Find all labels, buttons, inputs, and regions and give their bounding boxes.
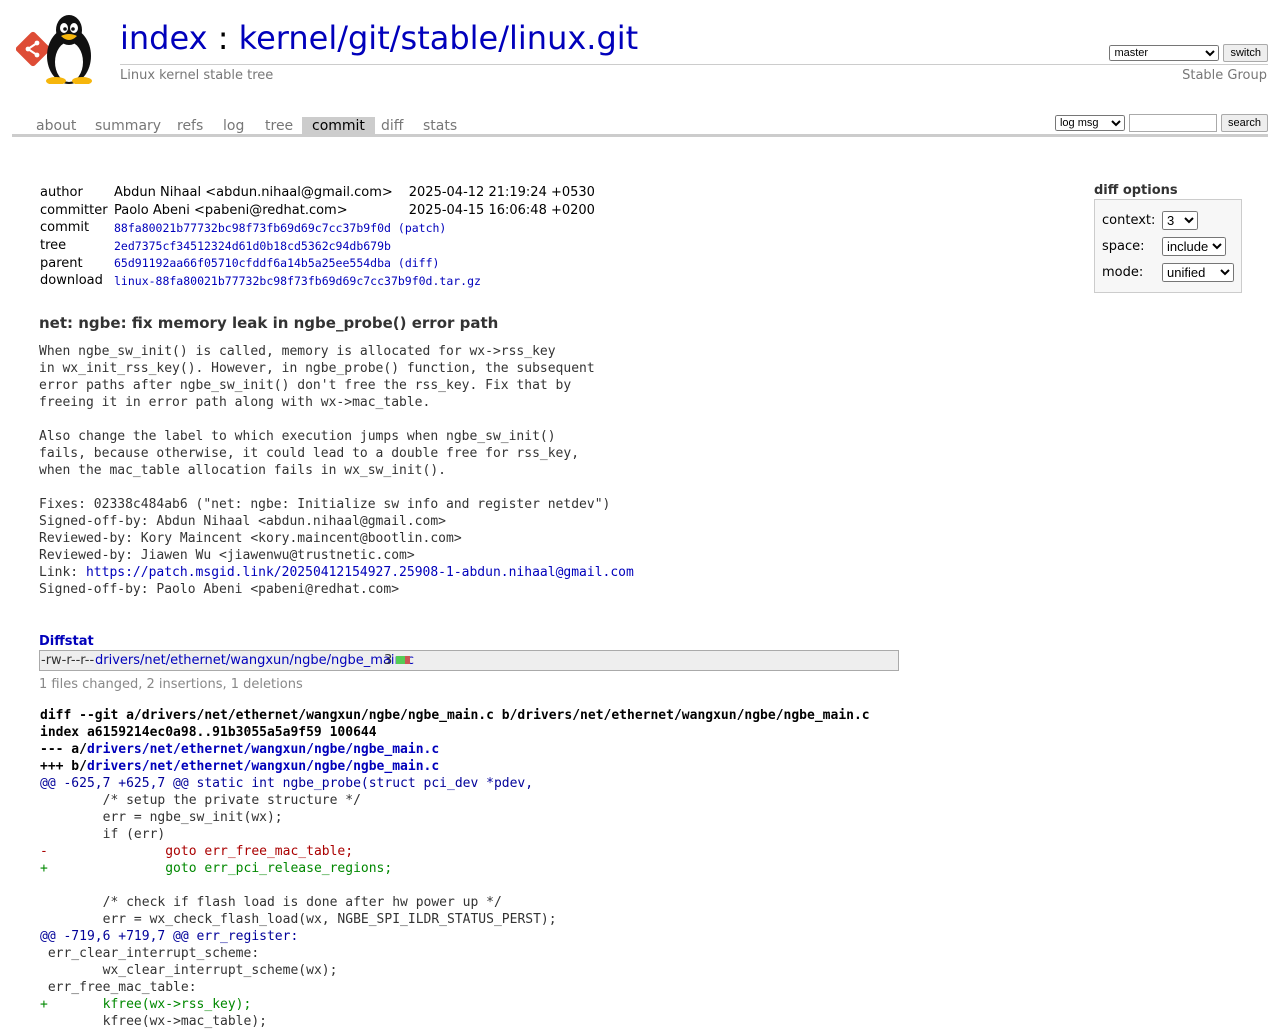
committer-date: 2025-04-15 16:06:48 +0200 xyxy=(408,202,595,218)
patch-msgid-link[interactable]: https://patch.msgid.link/20250412154927.… xyxy=(86,565,634,580)
diff-options-header: diff options xyxy=(1094,183,1178,198)
committer-row: committer Paolo Abeni <pabeni@redhat.com… xyxy=(38,202,597,220)
mode-select[interactable]: unified xyxy=(1162,263,1234,282)
search-form: log msg search xyxy=(1054,114,1268,132)
diffstat-table: -rw-r--r-- drivers/net/ethernet/wangxun/… xyxy=(39,650,899,671)
page-title: index : kernel/git/stable/linux.git xyxy=(120,18,638,58)
branch-select[interactable]: master xyxy=(1109,45,1220,61)
download-tarball-link[interactable]: linux-88fa80021b77732bc98f73fb69d69c7cc3… xyxy=(114,274,481,288)
tree-label: tree xyxy=(40,238,67,254)
commit-info-table: author Abdun Nihaal <abdun.nihaal@gmail.… xyxy=(38,184,597,290)
diff-from-line: --- a/drivers/net/ethernet/wangxun/ngbe/… xyxy=(40,741,870,758)
author-label: author xyxy=(40,185,83,201)
navigation-tabs: about summary refs log tree commit diff … xyxy=(12,114,1268,137)
diff-context-line: err_free_mac_table: xyxy=(40,980,197,995)
parent-label: parent xyxy=(40,255,83,271)
repo-owner: Stable Group xyxy=(1182,68,1267,83)
commit-message: When ngbe_sw_init() is called, memory is… xyxy=(39,343,634,598)
commit-label: commit xyxy=(40,220,90,236)
diff-context-line: /* check if flash load is done after hw … xyxy=(40,895,502,910)
message-body-tail: Signed-off-by: Paolo Abeni <pabeni@redha… xyxy=(39,582,400,597)
parent-row: parent 65d91192aa66f05710cfddf6a14b5a25e… xyxy=(38,254,597,272)
search-type-select[interactable]: log msg xyxy=(1054,115,1125,131)
diff-hunk-header: @@ -719,6 +719,7 @@ err_register: xyxy=(40,929,299,944)
diff-added-line: + kfree(wx->rss_key); xyxy=(40,997,252,1012)
tab-log[interactable]: log xyxy=(213,117,254,134)
space-select[interactable]: include xyxy=(1162,237,1226,256)
diffstat-summary: 1 files changed, 2 insertions, 1 deletio… xyxy=(39,677,303,692)
diff-context-line: err = ngbe_sw_init(wx); xyxy=(40,810,283,825)
from-prefix: --- a/ xyxy=(40,742,87,757)
diff-head-line: diff --git a/drivers/net/ethernet/wangxu… xyxy=(40,708,870,723)
diff-context-line: /* setup the private structure */ xyxy=(40,793,361,808)
context-select[interactable]: 3 xyxy=(1162,211,1198,230)
diffstat-header-link[interactable]: Diffstat xyxy=(39,634,94,649)
author-row: author Abdun Nihaal <abdun.nihaal@gmail.… xyxy=(38,184,597,202)
branch-switch-form: master switch xyxy=(1109,44,1268,62)
committer-value: Paolo Abeni <pabeni@redhat.com> xyxy=(114,202,348,218)
diff-lines: @@ -625,7 +625,7 @@ static int ngbe_prob… xyxy=(40,775,870,1030)
tab-commit[interactable]: commit xyxy=(302,117,375,134)
tab-summary[interactable]: summary xyxy=(85,117,171,134)
file-mode: -rw-r--r-- xyxy=(41,653,95,668)
commit-hash-link[interactable]: 88fa80021b77732bc98f73fb69d69c7cc37b9f0d xyxy=(114,221,391,235)
diffstat-graph xyxy=(396,656,410,664)
switch-button[interactable]: switch xyxy=(1223,44,1268,62)
header-divider xyxy=(120,64,1268,65)
tab-tree[interactable]: tree xyxy=(255,117,303,134)
message-body: When ngbe_sw_init() is called, memory is… xyxy=(39,344,611,580)
title-separator: : xyxy=(207,19,239,57)
commit-row: commit 88fa80021b77732bc98f73fb69d69c7cc… xyxy=(38,219,597,237)
cgit-logo[interactable] xyxy=(16,12,110,84)
mode-label: mode: xyxy=(1102,265,1144,280)
tree-hash-link[interactable]: 2ed7375cf34512324d61d0b18cd5362c94db679b xyxy=(114,239,391,253)
tree-row: tree 2ed7375cf34512324d61d0b18cd5362c94d… xyxy=(38,237,597,255)
diff-added-line: + goto err_pci_release_regions; xyxy=(40,861,393,876)
diff-index-line: index a6159214ec0a98..91b3055a5a9f59 100… xyxy=(40,725,377,740)
tux-penguin-icon xyxy=(46,15,92,84)
diff-view: diff --git a/drivers/net/ethernet/wangxu… xyxy=(40,707,870,1030)
diff-to-line: +++ b/drivers/net/ethernet/wangxun/ngbe/… xyxy=(40,758,870,775)
diff-options-form: context: 3 space: include mode: unified xyxy=(1094,199,1242,293)
download-label: download xyxy=(40,273,103,289)
diff-context-line xyxy=(40,877,870,894)
repo-link[interactable]: kernel/git/stable/linux.git xyxy=(239,19,639,57)
tab-refs[interactable]: refs xyxy=(167,117,213,134)
diff-hunk-header: @@ -625,7 +625,7 @@ static int ngbe_prob… xyxy=(40,776,534,791)
repo-description: Linux kernel stable tree xyxy=(120,68,274,83)
download-row: download linux-88fa80021b77732bc98f73fb6… xyxy=(38,272,597,290)
to-prefix: +++ b/ xyxy=(40,759,87,774)
insertions-bar xyxy=(396,656,406,664)
diff-context-line: err = wx_check_flash_load(wx, NGBE_SPI_I… xyxy=(40,912,557,927)
commit-subject: net: ngbe: fix memory leak in ngbe_probe… xyxy=(39,314,499,332)
diff-options-panel: diff options context: 3 space: include m… xyxy=(1094,183,1242,293)
patch-link[interactable]: (patch) xyxy=(398,221,446,235)
diff-context-line: wx_clear_interrupt_scheme(wx); xyxy=(40,963,338,978)
git-logo-icon xyxy=(16,31,51,67)
space-label: space: xyxy=(1102,239,1145,254)
parent-diff-link[interactable]: (diff) xyxy=(398,256,440,270)
diffstat-changes: 3 xyxy=(384,653,393,668)
search-input[interactable] xyxy=(1128,114,1217,132)
context-label: context: xyxy=(1102,213,1156,228)
from-file-link[interactable]: drivers/net/ethernet/wangxun/ngbe/ngbe_m… xyxy=(87,742,439,757)
deletions-bar xyxy=(405,656,410,664)
committer-label: committer xyxy=(40,202,108,218)
tab-about[interactable]: about xyxy=(26,117,86,134)
diff-context-line: kfree(wx->mac_table); xyxy=(40,1014,267,1029)
search-button[interactable]: search xyxy=(1220,114,1268,132)
author-value: Abdun Nihaal <abdun.nihaal@gmail.com> xyxy=(114,185,393,201)
diff-removed-line: - goto err_free_mac_table; xyxy=(40,844,354,859)
to-file-link[interactable]: drivers/net/ethernet/wangxun/ngbe/ngbe_m… xyxy=(87,759,439,774)
tab-diff[interactable]: diff xyxy=(371,117,413,134)
diff-context-line: if (err) xyxy=(40,827,166,842)
diffstat-file-link[interactable]: drivers/net/ethernet/wangxun/ngbe/ngbe_m… xyxy=(95,653,414,668)
index-link[interactable]: index xyxy=(120,19,208,57)
tab-stats[interactable]: stats xyxy=(413,117,467,134)
diff-context-line: err_clear_interrupt_scheme: xyxy=(40,946,260,961)
parent-hash-link[interactable]: 65d91192aa66f05710cfddf6a14b5a25ee554dba xyxy=(114,256,391,270)
author-date: 2025-04-12 21:19:24 +0530 xyxy=(408,185,595,201)
